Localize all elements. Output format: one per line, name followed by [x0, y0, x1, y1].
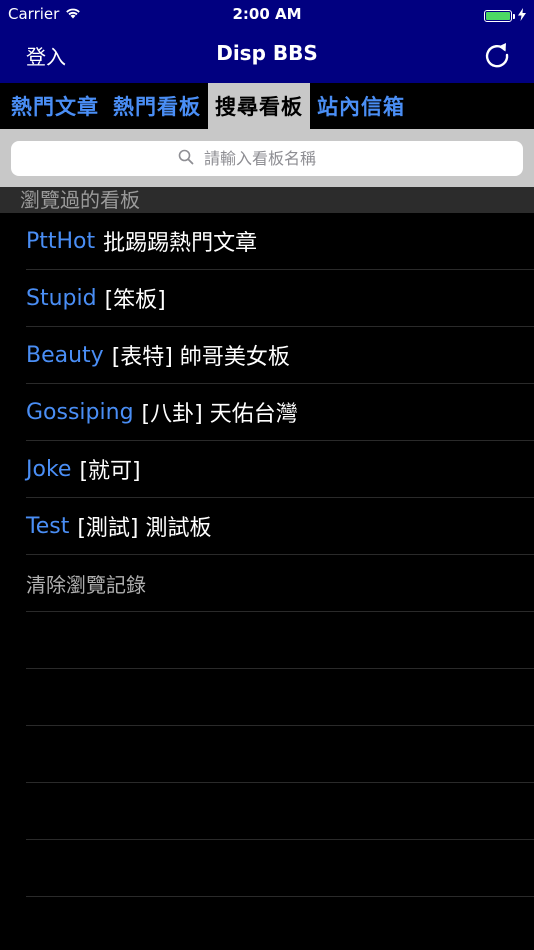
empty-row [26, 783, 534, 840]
board-name: Beauty [26, 342, 104, 368]
board-row-gossiping[interactable]: Gossiping [八卦] 天佑台灣 [26, 384, 534, 441]
empty-row [26, 726, 534, 783]
board-description: [就可] [79, 459, 141, 484]
refresh-button[interactable] [482, 40, 512, 70]
app-screen: Carrier 2:00 AM 登入 Disp BBS 熱門文章 熱門看板 搜尋… [0, 0, 534, 950]
board-description: 批踢踢熱門文章 [103, 231, 258, 256]
board-name: Gossiping [26, 399, 134, 425]
empty-row [26, 612, 534, 669]
tab-mailbox[interactable]: 站內信箱 [310, 83, 412, 129]
battery-cap [513, 13, 515, 19]
tab-hot-boards[interactable]: 熱門看板 [106, 83, 208, 129]
tab-search-boards[interactable]: 搜尋看板 [208, 83, 310, 129]
board-name: PttHot [26, 228, 96, 254]
tab-bar: 熱門文章 熱門看板 搜尋看板 站內信箱 [0, 83, 534, 129]
board-row-stupid[interactable]: Stupid [笨板] [26, 270, 534, 327]
board-row-joke[interactable]: Joke [就可] [26, 441, 534, 498]
battery-group [484, 7, 526, 25]
navigation-bar: 登入 Disp BBS [0, 28, 534, 83]
search-bar [0, 129, 534, 187]
battery-level-fill [486, 12, 510, 20]
board-description: [八卦] 天佑台灣 [141, 402, 298, 427]
status-bar: Carrier 2:00 AM [0, 0, 534, 28]
battery-icon [484, 10, 512, 22]
empty-row [26, 669, 534, 726]
board-description: [測試] 測試板 [77, 516, 212, 541]
page-title: Disp BBS [216, 41, 318, 65]
charging-bolt-icon [518, 7, 526, 25]
search-field[interactable] [11, 141, 523, 176]
refresh-icon [482, 43, 512, 74]
status-time: 2:00 AM [232, 5, 302, 23]
board-description: [笨板] [104, 288, 166, 313]
tab-hot-articles[interactable]: 熱門文章 [4, 83, 106, 129]
search-icon [178, 149, 194, 169]
search-input[interactable] [202, 148, 356, 169]
board-description: [表特] 帥哥美女板 [111, 345, 290, 370]
clear-history-label: 清除瀏覽記錄 [26, 572, 146, 597]
section-header-history: 瀏覽過的看板 [0, 187, 534, 213]
board-name: Joke [26, 456, 72, 482]
clear-history-button[interactable]: 清除瀏覽記錄 [26, 555, 534, 612]
board-row-test[interactable]: Test [測試] 測試板 [26, 498, 534, 555]
board-list: PttHot 批踢踢熱門文章 Stupid [笨板] Beauty [表特] 帥… [0, 213, 534, 897]
board-row-ptthot[interactable]: PttHot 批踢踢熱門文章 [26, 213, 534, 270]
top-bar: Carrier 2:00 AM 登入 Disp BBS [0, 0, 534, 83]
board-name: Stupid [26, 285, 97, 311]
board-name: Test [26, 513, 70, 539]
board-row-beauty[interactable]: Beauty [表特] 帥哥美女板 [26, 327, 534, 384]
empty-row [26, 840, 534, 897]
